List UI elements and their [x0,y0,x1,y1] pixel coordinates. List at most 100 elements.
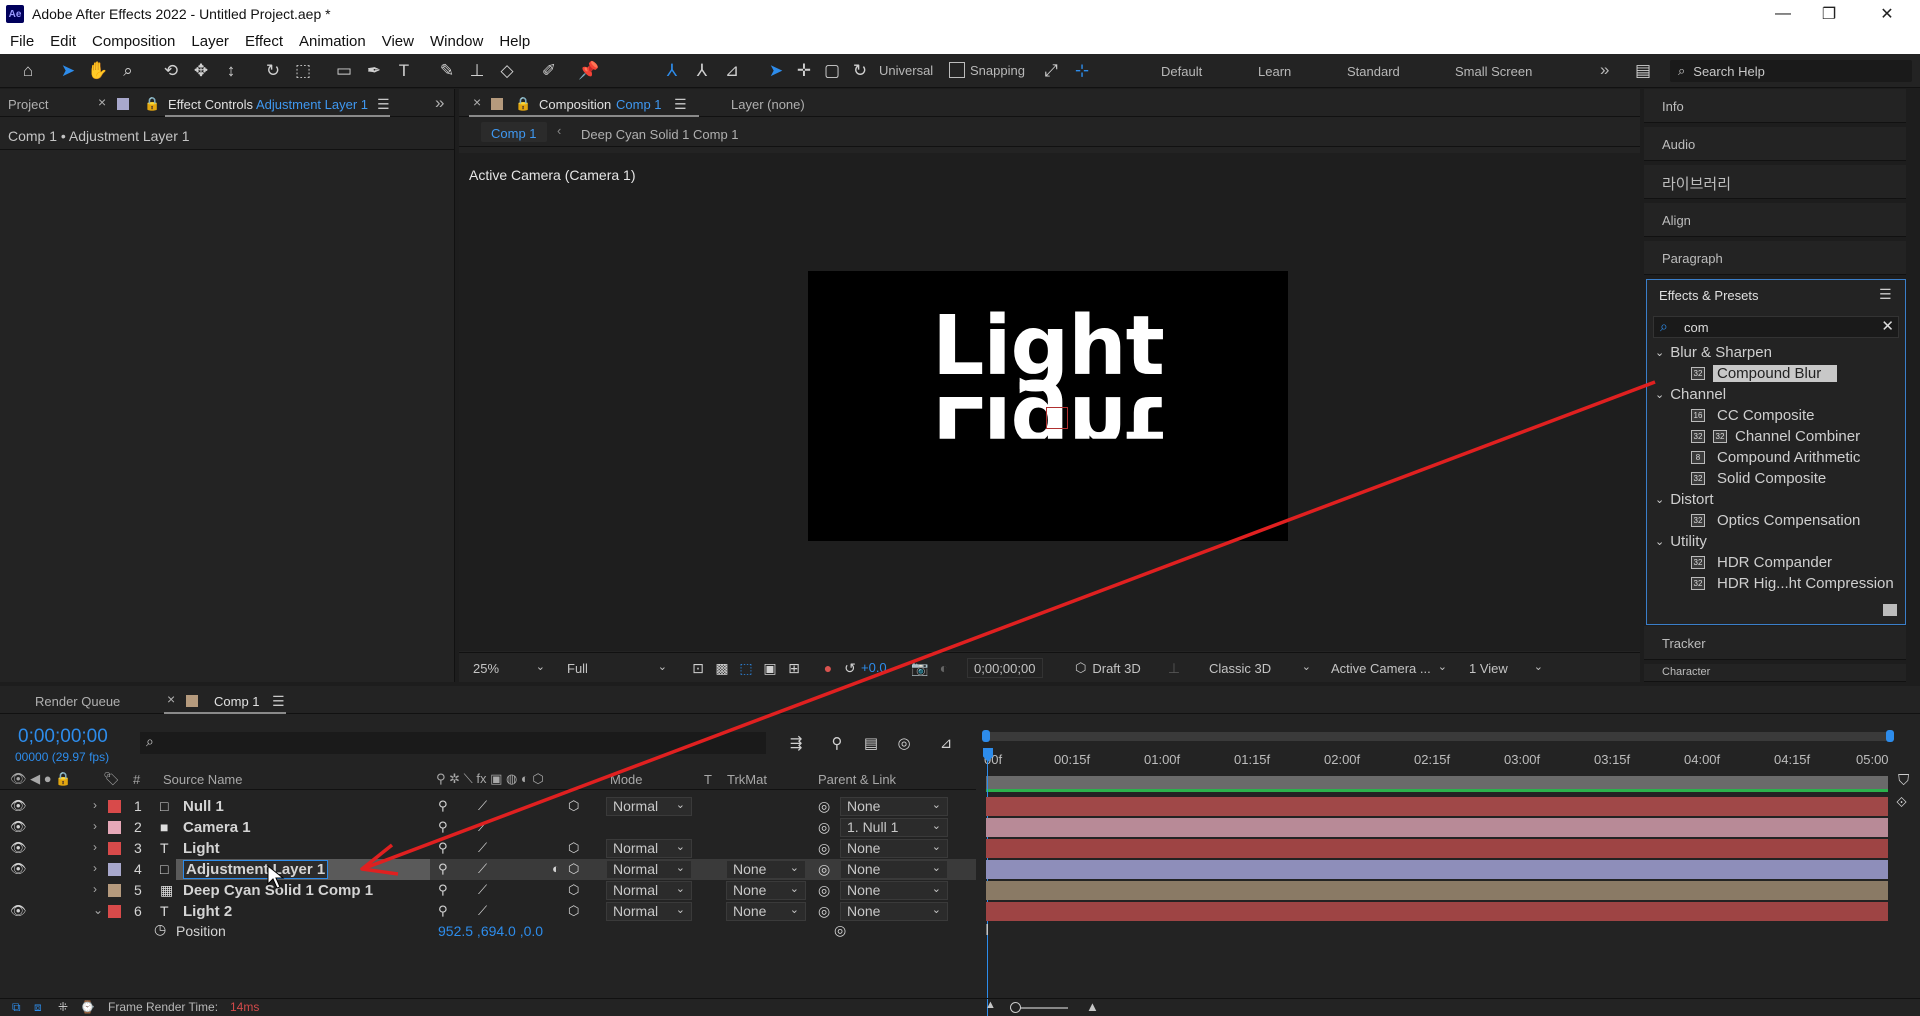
type-tool-icon[interactable]: T [393,60,415,82]
pickwhip-icon[interactable]: ◎ [818,861,830,878]
panel-more-icon[interactable]: » [435,93,444,113]
renderer-dropdown[interactable]: Classic 3D ⌄ [1203,658,1315,678]
timeline-nav-icon[interactable]: ⛉ [1898,772,1909,789]
workspace-learn[interactable]: Learn [1258,64,1291,79]
trkmat-dropdown[interactable]: None ⌄ [726,860,806,879]
effect-solid-composite[interactable]: 32 Solid Composite [1647,468,1905,489]
shy-layers-icon[interactable]: ⚲ [826,732,848,754]
tab-project[interactable]: Project [8,97,48,112]
current-time-display[interactable]: 0;00;00;00 [967,658,1043,678]
visibility-eye-icon[interactable]: 👁 [10,903,27,919]
zoom-tool-icon[interactable]: ⌕ [117,60,139,82]
resolution-dropdown[interactable]: Full ⌄ [561,658,671,678]
effects-search-input[interactable]: ⌕ com ✕ [1653,316,1899,338]
zoom-dropdown[interactable]: 25% ⌄ [467,658,549,678]
3d-ground-plane-icon[interactable]: ⊥ [1163,657,1185,679]
layer-label-color[interactable] [108,800,121,813]
layer-row[interactable]: 👁 ⌄ 6 T Light 2 ⚲ ⟋ ⬡ Normal ⌄ None ⌄ ◎ No… [0,901,976,922]
transparency-grid-icon[interactable]: ▩ [711,657,733,679]
visibility-eye-icon[interactable]: 👁 [10,819,27,835]
effect-controls-layer[interactable]: Adjustment Layer 1 [256,97,368,112]
layer-row[interactable]: 👁 › 1 □ Null 1 ⚲ ⟋ ⬡ Normal ⌄ ◎ None ⌄ [0,796,976,817]
3d-layer-icon[interactable]: ⬡ [568,798,579,814]
chevron-right-icon[interactable]: › [93,840,97,854]
chevron-right-icon[interactable]: › [93,882,97,896]
graph-editor-icon[interactable]: ⊿ [935,732,957,754]
3d-layer-icon[interactable]: ⬡ [568,882,579,898]
shy-switch-icon[interactable]: ⚲ [438,903,448,919]
layer-duration-bar[interactable] [986,839,1888,858]
workspace-more-icon[interactable]: » [1600,60,1609,80]
layer-name[interactable]: Adjustment Layer 1 [183,860,329,879]
shy-switch-icon[interactable]: ⚲ [438,882,448,898]
snap-grid-icon[interactable]: ⊹ [1071,60,1093,82]
composition-name[interactable]: Comp 1 [616,97,662,112]
show-snapshot-icon[interactable]: ◐ [933,657,955,679]
composition-mini-flowchart-icon[interactable]: ⇶ [785,732,807,754]
pen-tool-icon[interactable]: ✒ [363,60,385,82]
layer-row[interactable]: 👁 › 4 □ Adjustment Layer 1 ⚲ ⟋ ⬡ ◐ Norma… [0,859,976,880]
adjustment-layer-icon[interactable]: ◐ [552,861,560,876]
subtab-comp-1[interactable]: Comp 1 [481,122,547,142]
layer-label-color[interactable] [108,884,121,897]
parent-dropdown[interactable]: None ⌄ [840,881,948,900]
panel-menu-icon[interactable]: ☰ [272,693,285,710]
layer-duration-bar[interactable] [986,860,1888,879]
work-area-bar[interactable] [986,732,1890,741]
anchor-point-box[interactable] [1046,407,1068,429]
comp-marker-icon[interactable]: ⟐ [1896,794,1907,811]
puppet-pin-tool-icon[interactable]: 📌 [578,60,600,82]
rotation-tool-icon[interactable]: ↻ [262,60,284,82]
camera-view-dropdown[interactable]: Active Camera ... ⌄ [1325,658,1451,678]
3d-layer-icon[interactable]: ⬡ [568,861,579,877]
snapping-checkbox[interactable] [949,62,965,78]
menu-view[interactable]: View [374,33,422,50]
workspace-small-screen[interactable]: Small Screen [1455,64,1532,79]
exposure-reset-icon[interactable]: ↺ [839,657,861,679]
move-tool-icon[interactable]: ✛ [793,60,815,82]
pickwhip-icon[interactable]: ◎ [818,882,830,899]
lock-icon[interactable]: 🔒 [515,96,531,112]
pickwhip-icon[interactable]: ◎ [818,840,830,857]
layer-duration-bar[interactable] [986,818,1888,837]
pickwhip-icon[interactable]: ◎ [834,922,846,939]
parent-dropdown[interactable]: None ⌄ [840,797,948,816]
panel-info[interactable]: Info [1644,89,1906,123]
blend-mode-dropdown[interactable]: Normal ⌄ [606,881,692,900]
category-distort[interactable]: ⌄ Distort [1647,489,1905,510]
chevron-right-icon[interactable]: › [93,819,97,833]
layer-label-color[interactable] [108,905,121,918]
layer-duration-bar[interactable] [986,881,1888,900]
menu-animation[interactable]: Animation [291,33,374,50]
home-icon[interactable]: ⌂ [17,60,39,82]
workspace-panel-icon[interactable]: ▤ [1632,60,1654,82]
menu-file[interactable]: File [2,33,42,50]
parent-dropdown[interactable]: None ⌄ [840,860,948,879]
close-tab-icon[interactable]: × [167,691,175,707]
position-value[interactable]: 952.5 ,694.0 ,0.0 [438,923,543,939]
layer-duration-bar[interactable] [986,797,1888,816]
local-axis-icon[interactable]: ⅄ [661,60,683,82]
pickwhip-icon[interactable]: ◎ [818,819,830,836]
snap-options-icon[interactable]: ⤢ [1040,60,1062,82]
hand-tool-icon[interactable]: ✋ [87,60,109,82]
panel-menu-icon[interactable]: ☰ [1879,286,1892,303]
rectangle-tool-icon[interactable]: ▭ [333,60,355,82]
pan-camera-icon[interactable]: ✥ [190,60,212,82]
3d-layer-icon[interactable]: ⬡ [568,903,579,919]
tab-render-queue[interactable]: Render Queue [35,694,120,709]
chevron-right-icon[interactable]: › [93,798,97,812]
timeline-timecode[interactable]: 0;00;00;00 [18,726,108,748]
effect-hdr-highlight-compression[interactable]: 32 HDR Hig...ht Compression [1647,573,1905,594]
panel-tracker[interactable]: Tracker [1644,626,1906,660]
eraser-tool-icon[interactable]: ◇ [496,60,518,82]
search-help-input[interactable]: ⌕ Search Help [1670,60,1912,82]
effect-hdr-compander[interactable]: 32 HDR Compander [1647,552,1905,573]
zoom-in-icon[interactable]: ▲ [1086,999,1099,1014]
clone-stamp-tool-icon[interactable]: ⊥ [466,60,488,82]
blend-mode-dropdown[interactable]: Normal ⌄ [606,860,692,879]
panel-align[interactable]: Align [1644,203,1906,237]
shy-switch-icon[interactable]: ⚲ [438,798,448,814]
effects-presets-title[interactable]: Effects & Presets [1659,288,1758,303]
composition-viewer[interactable]: Active Camera (Camera 1) Light Light [459,153,1640,651]
